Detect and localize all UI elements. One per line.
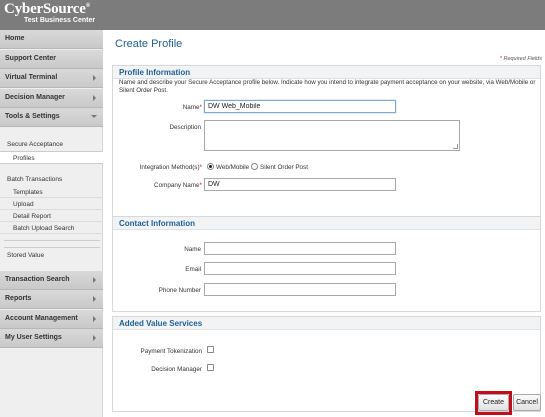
sidebar-item-home[interactable]: Home bbox=[0, 30, 103, 49]
contact-information-panel: Contact Information Name Email Phone Num… bbox=[112, 216, 541, 312]
chevron-right-icon bbox=[93, 75, 96, 81]
sidebar-item-my-user-settings[interactable]: My User Settings bbox=[0, 329, 103, 348]
top-header: CyberSource® Test Business Center bbox=[0, 0, 545, 30]
chevron-right-icon bbox=[93, 95, 96, 101]
chevron-right-icon bbox=[93, 316, 96, 322]
email-field[interactable] bbox=[204, 262, 396, 275]
required-fields-note: * Required Fields bbox=[499, 56, 542, 62]
description-label: Description bbox=[169, 124, 202, 131]
profile-name-field[interactable] bbox=[204, 100, 396, 113]
sidebar-item-account-management[interactable]: Account Management bbox=[0, 310, 103, 329]
chevron-right-icon bbox=[93, 296, 96, 302]
sidebar-item-virtual-terminal[interactable]: Virtual Terminal bbox=[0, 69, 103, 88]
name-label: Name* bbox=[182, 104, 202, 111]
sidebar-item-reports[interactable]: Reports bbox=[0, 290, 103, 309]
sidebar-item-detail-report[interactable]: Detail Report bbox=[0, 211, 103, 222]
panel-description: Name and describe your Secure Acceptance… bbox=[119, 79, 536, 94]
silent-order-post-label[interactable]: Silent Order Post bbox=[260, 164, 308, 171]
sidebar-item-support-center[interactable]: Support Center bbox=[0, 50, 103, 69]
phone-number-field[interactable] bbox=[204, 283, 396, 296]
decision-manager-checkbox[interactable] bbox=[207, 364, 214, 371]
sidebar-item-transaction-search[interactable]: Transaction Search bbox=[0, 271, 103, 290]
sidebar: Home Support Center Virtual Terminal Dec… bbox=[0, 30, 103, 417]
profile-information-panel: Profile Information Name and describe yo… bbox=[112, 65, 541, 235]
chevron-right-icon bbox=[93, 335, 96, 341]
contact-name-field[interactable] bbox=[204, 242, 396, 255]
email-label: Email bbox=[185, 266, 201, 273]
description-field[interactable] bbox=[204, 120, 460, 151]
divider bbox=[4, 247, 100, 248]
company-name-field[interactable] bbox=[204, 178, 396, 191]
panel-heading: Added Value Services bbox=[113, 317, 540, 330]
sidebar-item-tools-settings[interactable]: Tools & Settings bbox=[0, 108, 103, 127]
sidebar-item-decision-manager[interactable]: Decision Manager bbox=[0, 89, 103, 108]
payment-tokenization-checkbox[interactable] bbox=[207, 346, 214, 353]
sidebar-item-upload[interactable]: Upload bbox=[0, 199, 103, 210]
panel-heading: Profile Information bbox=[113, 66, 540, 79]
web-mobile-label[interactable]: Web/Mobile bbox=[216, 164, 249, 171]
silent-order-post-radio[interactable] bbox=[251, 163, 258, 170]
cybersource-logo: CyberSource® bbox=[4, 1, 90, 17]
web-mobile-radio[interactable] bbox=[207, 163, 214, 170]
sidebar-item-batch-upload-search[interactable]: Batch Upload Search bbox=[0, 223, 103, 234]
contact-name-label: Name bbox=[184, 246, 201, 253]
sidebar-item-templates[interactable]: Templates bbox=[0, 187, 103, 198]
chevron-right-icon bbox=[93, 277, 96, 283]
panel-heading: Contact Information bbox=[113, 217, 540, 230]
main-content: Create Profile * Required Fields Profile… bbox=[103, 30, 545, 417]
create-button[interactable]: Create bbox=[478, 394, 509, 411]
sidebar-group-stored-value[interactable]: Stored Value bbox=[7, 252, 44, 259]
decision-manager-label: Decision Manager bbox=[151, 366, 202, 373]
integration-method-label: Integration Method(s)* bbox=[139, 164, 202, 171]
chevron-down-icon bbox=[91, 115, 97, 118]
sidebar-group-batch-transactions[interactable]: Batch Transactions bbox=[7, 176, 62, 183]
sidebar-group-secure-acceptance[interactable]: Secure Acceptance bbox=[7, 141, 63, 148]
company-name-label: Company Name* bbox=[154, 182, 202, 189]
brand-subtitle: Test Business Center bbox=[24, 17, 96, 24]
page-title: Create Profile bbox=[115, 38, 183, 50]
payment-tokenization-label: Payment Tokenization bbox=[140, 348, 203, 355]
divider bbox=[4, 240, 100, 241]
sidebar-item-profiles[interactable]: Profiles bbox=[0, 151, 103, 164]
resize-grip-icon[interactable] bbox=[453, 144, 458, 149]
phone-label: Phone Number bbox=[158, 287, 201, 294]
cancel-button[interactable]: Cancel bbox=[513, 394, 541, 411]
